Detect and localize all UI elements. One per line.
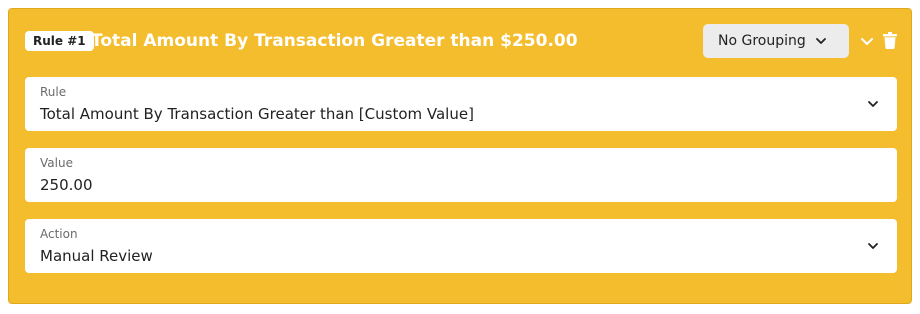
rule-card: Rule #1 Total Amount By Transaction Grea… <box>8 8 912 304</box>
value-field[interactable]: Value 250.00 <box>25 148 897 202</box>
action-field-value: Manual Review <box>40 247 153 265</box>
trash-icon[interactable] <box>883 32 897 49</box>
chevron-down-icon[interactable] <box>867 240 879 252</box>
value-field-input[interactable]: 250.00 <box>40 175 93 195</box>
rule-field[interactable]: Rule Total Amount By Transaction Greater… <box>25 77 897 131</box>
chevron-down-icon <box>816 38 826 44</box>
action-field[interactable]: Action Manual Review <box>25 219 897 273</box>
grouping-selected-value: No Grouping <box>718 33 806 49</box>
rule-header: Rule #1 Total Amount By Transaction Grea… <box>9 9 913 73</box>
value-field-label: Value <box>40 156 73 170</box>
rule-number-badge: Rule #1 <box>25 31 94 51</box>
chevron-down-icon[interactable] <box>867 98 879 110</box>
grouping-select[interactable]: No Grouping <box>703 24 849 58</box>
rule-field-label: Rule <box>40 85 67 99</box>
collapse-chevron-icon[interactable] <box>859 33 875 49</box>
action-field-label: Action <box>40 227 78 241</box>
rule-title: Total Amount By Transaction Greater than… <box>91 31 578 51</box>
rule-field-value: Total Amount By Transaction Greater than… <box>40 105 474 123</box>
